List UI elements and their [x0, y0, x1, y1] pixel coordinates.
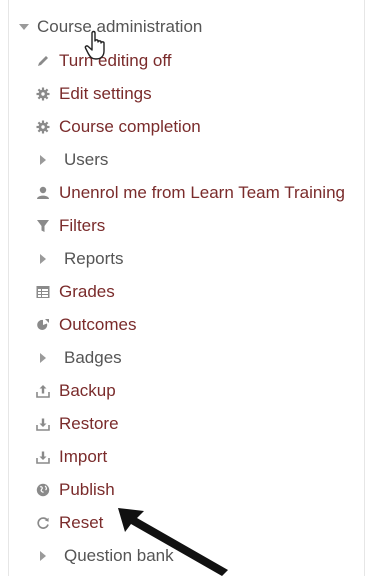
menu-item-import[interactable]: Import [36, 440, 345, 473]
outcomes-icon [36, 318, 50, 332]
menu-item-backup[interactable]: Backup [36, 374, 345, 407]
menu-item-label: Restore [59, 413, 119, 433]
menu-item-label: Filters [59, 215, 106, 235]
menu-item-users[interactable]: Users [36, 143, 345, 176]
menu-item-reports[interactable]: Reports [36, 242, 345, 275]
menu-item-label: Grades [59, 281, 115, 301]
menu-item-label: Reports [64, 248, 124, 268]
menu-item-label: Outcomes [59, 314, 137, 334]
menu-item-label: Edit settings [59, 83, 152, 103]
menu-item-label: Reset [59, 512, 104, 532]
menu-item-publish[interactable]: Publish [36, 473, 345, 506]
menu-item-turn-editing-off[interactable]: Turn editing off [36, 44, 345, 77]
filter-icon [36, 219, 50, 233]
menu-item-edit-settings[interactable]: Edit settings [36, 77, 345, 110]
course-administration-toggle[interactable]: Course administration [19, 15, 202, 39]
menu-item-badges[interactable]: Badges [36, 341, 345, 374]
menu-item-label: Badges [64, 347, 122, 367]
expand-arrow-icon [40, 253, 52, 264]
menu-item-restore[interactable]: Restore [36, 407, 345, 440]
expand-arrow-icon [40, 550, 52, 561]
user-icon [36, 186, 50, 200]
backup-icon [36, 384, 50, 398]
import-icon [36, 450, 50, 464]
expand-arrow-icon [40, 352, 52, 363]
section-title: Course administration [37, 17, 203, 36]
annotation-arrow-icon [118, 508, 228, 576]
menu-item-label: Import [59, 446, 108, 466]
restore-icon [36, 417, 50, 431]
expand-arrow-icon [40, 154, 52, 165]
globe-icon [36, 483, 50, 497]
admin-menu: Turn editing off Edit settings Course co… [36, 44, 345, 572]
hand-cursor-icon [84, 30, 105, 60]
menu-item-label: Users [64, 149, 109, 169]
collapse-caret-icon [19, 24, 29, 30]
grades-table-icon [36, 285, 50, 299]
gear-icon [36, 120, 50, 134]
menu-item-unenrol[interactable]: Unenrol me from Learn Team Training [36, 176, 345, 209]
menu-item-grades[interactable]: Grades [36, 275, 345, 308]
pencil-icon [36, 54, 50, 68]
menu-item-course-completion[interactable]: Course completion [36, 110, 345, 143]
menu-item-label: Turn editing off [59, 50, 172, 70]
menu-item-outcomes[interactable]: Outcomes [36, 308, 345, 341]
menu-item-label: Backup [59, 380, 116, 400]
menu-item-label: Course completion [59, 116, 201, 136]
menu-item-label: Publish [59, 479, 115, 499]
menu-item-label: Unenrol me from Learn Team Training [59, 182, 345, 202]
menu-item-filters[interactable]: Filters [36, 209, 345, 242]
gear-icon [36, 87, 50, 101]
reset-icon [36, 516, 50, 530]
